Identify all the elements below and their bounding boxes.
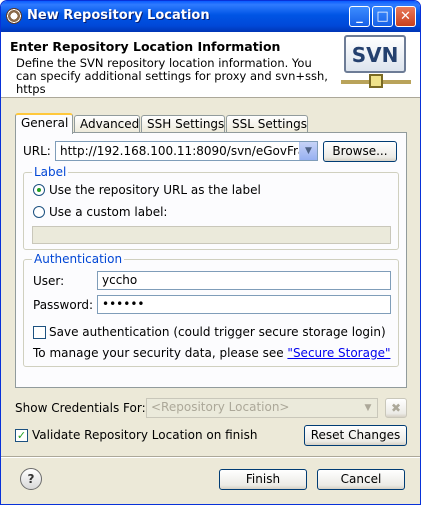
validate-checkbox[interactable]: ✓ <box>15 429 28 442</box>
password-label: Password: <box>33 298 94 312</box>
footer-separator <box>1 456 420 458</box>
custom-label-field[interactable] <box>32 226 391 244</box>
credentials-combo-value: <Repository Location> <box>151 400 290 414</box>
help-icon[interactable]: ? <box>20 468 42 490</box>
use-custom-radio[interactable] <box>33 206 45 218</box>
delete-x-icon: ✖ <box>390 401 402 415</box>
cancel-button[interactable]: Cancel <box>317 469 405 490</box>
tab-general[interactable]: General <box>15 113 73 134</box>
password-field[interactable]: •••••• <box>97 295 391 314</box>
window-title: New Repository Location <box>27 8 210 23</box>
svn-logo: SVN <box>341 35 411 93</box>
secure-storage-link[interactable]: "Secure Storage" <box>287 346 390 360</box>
manage-security-label: To manage your security data, please see <box>33 346 288 360</box>
user-field[interactable]: yccho <box>97 271 391 290</box>
tab-ssh-settings[interactable]: SSH Settings <box>141 115 225 133</box>
show-credentials-label: Show Credentials For: <box>15 401 146 415</box>
use-url-radio[interactable] <box>33 184 45 196</box>
manage-security-text: To manage your security data, please see… <box>33 346 390 360</box>
close-button[interactable]: ✕ <box>395 6 416 27</box>
banner-description: Define the SVN repository location infor… <box>16 56 328 96</box>
url-value: http://192.168.100.11:8090/svn/eGovFrame <box>60 144 300 158</box>
validate-label[interactable]: Validate Repository Location on finish <box>32 428 257 442</box>
title-bar[interactable]: New Repository Location _ □ ✕ <box>1 1 420 32</box>
url-label: URL: <box>23 144 51 158</box>
use-custom-label[interactable]: Use a custom label: <box>49 205 167 219</box>
use-url-label[interactable]: Use the repository URL as the label <box>49 183 261 197</box>
banner-title: Enter Repository Location Information <box>10 39 281 54</box>
eclipse-icon <box>6 8 22 24</box>
reset-changes-button[interactable]: Reset Changes <box>304 425 407 446</box>
user-label: User: <box>33 274 65 288</box>
tab-advanced[interactable]: Advanced <box>74 115 140 133</box>
finish-button[interactable]: Finish <box>219 469 307 490</box>
svn-logo-node <box>369 74 383 88</box>
authentication-group-title: Authentication <box>32 252 125 266</box>
save-auth-checkbox[interactable] <box>33 326 46 339</box>
browse-button[interactable]: Browse... <box>323 141 397 162</box>
credentials-combo[interactable]: <Repository Location> <box>146 398 378 418</box>
minimize-button[interactable]: _ <box>349 6 370 27</box>
label-group-title: Label <box>32 165 69 179</box>
dialog-window: New Repository Location _ □ ✕ Enter Repo… <box>0 0 421 505</box>
chevron-down-icon[interactable]: ▼ <box>299 142 317 160</box>
save-auth-label[interactable]: Save authentication (could trigger secur… <box>49 325 386 339</box>
url-combo[interactable]: http://192.168.100.11:8090/svn/eGovFrame… <box>55 141 318 161</box>
header-banner: Enter Repository Location Information De… <box>1 32 420 98</box>
maximize-button[interactable]: □ <box>372 6 393 27</box>
chevron-down-icon[interactable]: ▼ <box>359 399 377 417</box>
tab-ssl-settings[interactable]: SSL Settings <box>226 115 308 133</box>
delete-credentials-button[interactable]: ✖ <box>385 398 407 418</box>
svn-logo-text: SVN <box>344 35 406 73</box>
